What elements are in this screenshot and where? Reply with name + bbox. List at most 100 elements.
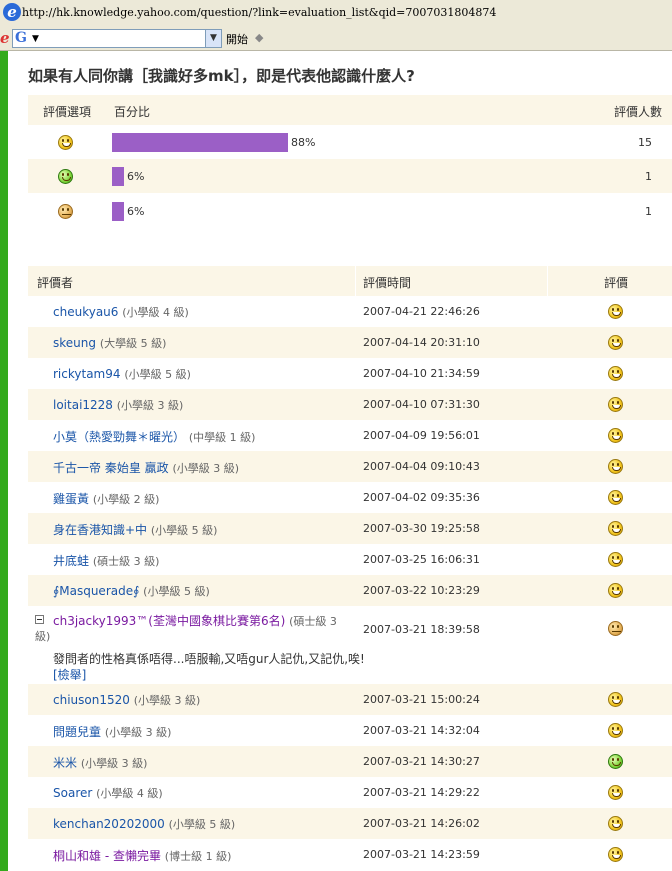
rating-time: 2007-04-04 09:10:43 bbox=[363, 460, 480, 473]
search-dropdown-button[interactable]: ▼ bbox=[205, 30, 221, 47]
rater-name-link[interactable]: rickytam94 (小學級 5 級) bbox=[53, 366, 191, 382]
laughing-smiley-icon bbox=[608, 847, 623, 862]
rater-name-link[interactable]: 桐山和雄 - 查懶完畢 (博士級 1 級) bbox=[53, 847, 231, 864]
rater-row-expanded: ch3jacky1993™(荃灣中國象棋比賽第6名) (碩士級 3 級) 2007-… bbox=[28, 606, 672, 683]
laughing-smiley-icon bbox=[608, 397, 623, 412]
rating-time: 2007-04-02 09:35:36 bbox=[363, 491, 480, 504]
green-smile-icon bbox=[58, 169, 73, 184]
rating-time: 2007-03-21 14:30:27 bbox=[363, 755, 480, 768]
percent-label: 6% bbox=[127, 205, 145, 218]
rater-row: skeung (大學級 5 級) 2007-04-14 20:31:10 bbox=[28, 327, 672, 358]
rater-level: (小學級 4 級) bbox=[122, 306, 189, 319]
rater-row: 雞蛋黃 (小學級 2 級) 2007-04-02 09:35:36 bbox=[28, 482, 672, 513]
rater-name-link[interactable]: ch3jacky1993™(荃灣中國象棋比賽第6名) (碩士級 3 bbox=[53, 612, 337, 629]
question-title: 如果有人同你講［我識好多mk］，即是代表他認識什麼人? bbox=[28, 67, 415, 85]
rater-row: 問題兒童 (小學級 3 級) 2007-03-21 14:32:04 bbox=[28, 715, 672, 746]
rater-level: (小學級 5 級) bbox=[168, 818, 236, 831]
url-text[interactable]: http://hk.knowledge.yahoo.com/question/?… bbox=[22, 6, 496, 19]
ie-logo-icon: e bbox=[0, 29, 10, 47]
rater-name-link[interactable]: 身在香港知識+中 (小學級 5 級) bbox=[53, 521, 217, 538]
rating-row: 6% 1 bbox=[28, 194, 672, 228]
rating-time: 2007-03-21 15:00:24 bbox=[363, 693, 480, 706]
rater-name-link[interactable]: 小莫（熱愛勁舞＊曜光） (中學級 1 級) bbox=[53, 428, 255, 445]
rater-name-link[interactable]: chiuson1520 (小學級 3 級) bbox=[53, 692, 200, 708]
rater-name-link[interactable]: 米米 (小學級 3 級) bbox=[53, 754, 147, 771]
rater-row: 桐山和雄 - 查懶完畢 (博士級 1 級) 2007-03-21 14:23:59 bbox=[28, 839, 672, 870]
rater-level: (小學級 5 級) bbox=[143, 585, 210, 598]
rater-level: (小學級 5 級) bbox=[124, 368, 191, 381]
header-count: 評價人數 bbox=[614, 105, 663, 119]
page-left-stripe bbox=[0, 51, 8, 871]
laughing-smiley-icon bbox=[608, 692, 623, 707]
rater-row: Soarer (小學級 4 級) 2007-03-21 14:29:22 bbox=[28, 777, 672, 808]
rating-time: 2007-03-21 14:29:22 bbox=[363, 786, 480, 799]
rater-name-link[interactable]: skeung (大學級 5 級) bbox=[53, 335, 166, 351]
rater-name-link[interactable]: 問題兒童 (小學級 3 級) bbox=[53, 723, 171, 740]
rater-name-link[interactable]: 井底蛙 (碩士級 3 級) bbox=[53, 552, 159, 569]
rater-row: loitai1228 (小學級 3 級) 2007-04-10 07:31:30 bbox=[28, 389, 672, 420]
rater-row: 小莫（熱愛勁舞＊曜光） (中學級 1 級) 2007-04-09 19:56:01 bbox=[28, 420, 672, 451]
laughing-smiley-icon bbox=[608, 335, 623, 350]
rater-name-link[interactable]: 雞蛋黃 (小學級 2 級) bbox=[53, 490, 159, 507]
rating-count: 1 bbox=[645, 205, 652, 218]
rater-name-link[interactable]: Soarer (小學級 4 級) bbox=[53, 785, 163, 801]
header-percent: 百分比 bbox=[114, 105, 151, 119]
rating-time: 2007-04-14 20:31:10 bbox=[363, 336, 480, 349]
rater-name-link[interactable]: kenchan20202000 (小學級 5 級) bbox=[53, 816, 235, 832]
laughing-smiley-icon bbox=[608, 521, 623, 536]
chevron-down-icon[interactable]: ▼ bbox=[32, 34, 39, 44]
percent-bar bbox=[112, 202, 124, 221]
rater-row: kenchan20202000 (小學級 5 級) 2007-03-21 14:2… bbox=[28, 808, 672, 839]
rater-level: (小學級 5 級) bbox=[150, 524, 218, 537]
rater-name-link[interactable]: ∮Masquerade∮ (小學級 5 級) bbox=[53, 583, 210, 599]
rating-time: 2007-03-21 18:39:58 bbox=[363, 623, 480, 636]
rater-name-link[interactable]: loitai1228 (小學級 3 級) bbox=[53, 397, 183, 413]
rating-count: 15 bbox=[638, 136, 652, 149]
percent-bar bbox=[112, 133, 288, 152]
rater-row: 千古一帝 秦始皇 贏政 (小學級 3 級) 2007-04-04 09:10:43 bbox=[28, 451, 672, 482]
rating-row: 88% 15 bbox=[28, 125, 672, 159]
rater-level: (碩士級 3 級) bbox=[92, 555, 160, 568]
rating-comment: 發問者的性格真係唔得...唔服輸,又唔gur人記仇,又記仇,唉! bbox=[53, 652, 365, 666]
laughing-smiley-icon bbox=[608, 552, 623, 567]
laughing-smiley-icon bbox=[608, 459, 623, 474]
rater-level: (中學級 1 級) bbox=[188, 431, 256, 444]
address-bar[interactable]: e http://hk.knowledge.yahoo.com/question… bbox=[0, 0, 672, 27]
laughing-smiley-icon bbox=[58, 135, 73, 150]
rater-row: 井底蛙 (碩士級 3 級) 2007-03-25 16:06:31 bbox=[28, 544, 672, 575]
rater-name-link[interactable]: 千古一帝 秦始皇 贏政 (小學級 3 級) bbox=[53, 459, 239, 476]
rater-level: (小學級 4 級) bbox=[96, 787, 163, 800]
rating-time: 2007-03-22 10:23:29 bbox=[363, 584, 480, 597]
rater-level: (小學級 3 級) bbox=[80, 757, 148, 770]
rater-level: (小學級 3 級) bbox=[116, 399, 184, 412]
page-content: 如果有人同你講［我識好多mk］，即是代表他認識什麼人? 評價選項 百分比 評價人… bbox=[8, 51, 672, 871]
rater-level: (博士級 1 級) bbox=[164, 850, 232, 863]
rater-name-link[interactable]: cheukyau6 (小學級 4 級) bbox=[53, 304, 189, 320]
rating-time: 2007-03-21 14:32:04 bbox=[363, 724, 480, 737]
rating-time: 2007-04-10 07:31:30 bbox=[363, 398, 480, 411]
header-option: 評價選項 bbox=[43, 105, 92, 119]
percent-label: 88% bbox=[291, 136, 316, 149]
rating-time: 2007-03-21 14:23:59 bbox=[363, 848, 480, 861]
rating-time: 2007-04-09 19:56:01 bbox=[363, 429, 480, 442]
rater-row: cheukyau6 (小學級 4 級) 2007-04-21 22:46:26 bbox=[28, 296, 672, 327]
rating-time: 2007-04-10 21:34:59 bbox=[363, 367, 480, 380]
green-smile-icon bbox=[608, 754, 623, 769]
rater-row: 身在香港知識+中 (小學級 5 級) 2007-03-30 19:25:58 bbox=[28, 513, 672, 544]
rating-count: 1 bbox=[645, 170, 652, 183]
rater-row: chiuson1520 (小學級 3 級) 2007-03-21 15:00:24 bbox=[28, 684, 672, 715]
rater-level: (小學級 3 級) bbox=[133, 694, 201, 707]
header-rater: 評價者 bbox=[37, 276, 74, 290]
rating-time: 2007-03-30 19:25:58 bbox=[363, 522, 480, 535]
laughing-smiley-icon bbox=[608, 816, 623, 831]
toolbar-grip-icon[interactable]: ◆ bbox=[255, 31, 263, 44]
google-search-combo[interactable]: G ▼ ▼ bbox=[12, 29, 222, 48]
rater-tag: (荃灣中國象棋比賽第6名) bbox=[148, 614, 290, 628]
rater-level: (小學級 3 級) bbox=[104, 726, 172, 739]
percent-label: 6% bbox=[127, 170, 145, 183]
collapse-toggle-icon[interactable] bbox=[35, 615, 44, 624]
start-button[interactable]: 開始 bbox=[226, 31, 248, 47]
header-time: 評價時間 bbox=[363, 276, 412, 290]
google-logo-icon: G bbox=[15, 30, 27, 46]
report-link[interactable]: [檢舉] bbox=[53, 666, 86, 683]
